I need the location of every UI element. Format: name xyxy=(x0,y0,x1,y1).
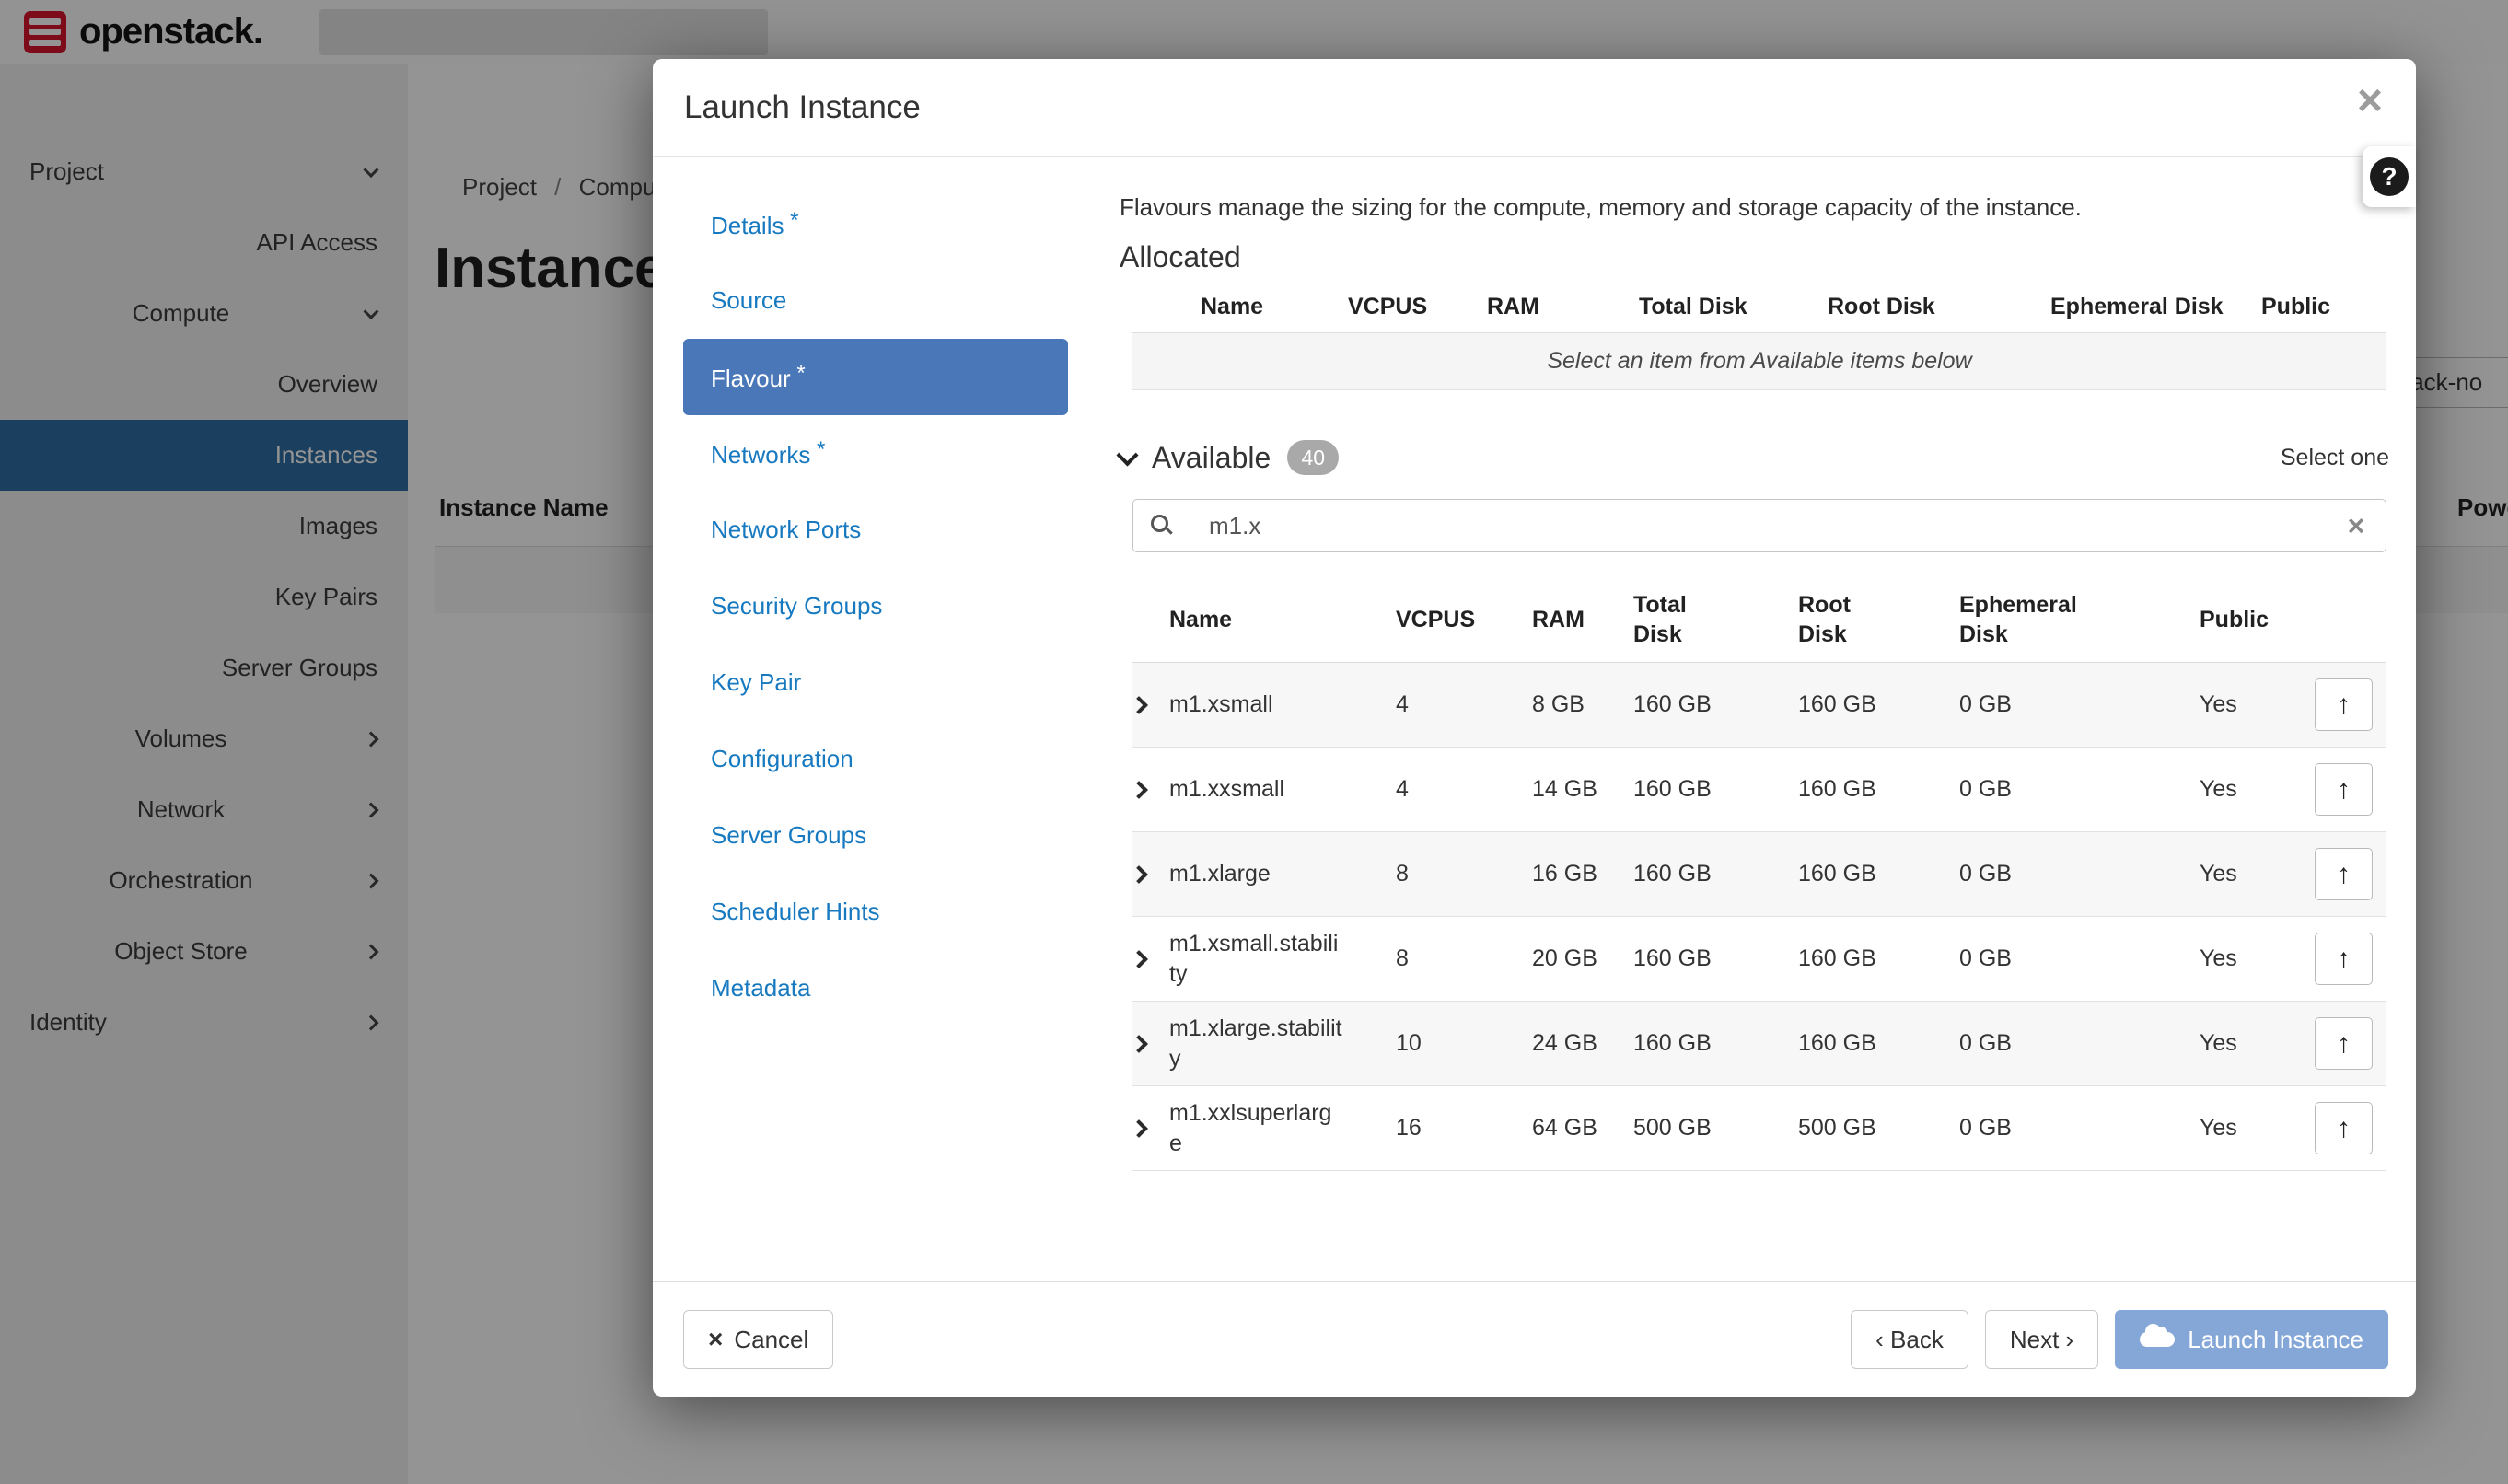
expand-row-icon[interactable] xyxy=(1132,699,1169,712)
cloud-upload-icon xyxy=(2140,1332,2175,1347)
select-one-hint: Select one xyxy=(2281,445,2389,471)
available-heading: Available xyxy=(1152,441,1271,475)
expand-row-icon[interactable] xyxy=(1132,1122,1169,1135)
column-header: Ephemeral Disk xyxy=(1959,591,2200,649)
question-mark-icon xyxy=(2370,157,2409,196)
expand-row-icon[interactable] xyxy=(1132,783,1169,796)
column-header: RAM xyxy=(1532,606,1633,634)
chevron-down-icon[interactable] xyxy=(1120,452,1135,463)
column-header: RAM xyxy=(1487,294,1639,320)
flavor-description: Flavours manage the sizing for the compu… xyxy=(1120,193,2389,222)
clear-search-icon[interactable] xyxy=(2327,509,2386,543)
available-table-header: Name VCPUS RAM Total Disk Root Disk Ephe… xyxy=(1132,584,2386,663)
tab-configuration[interactable]: Configuration xyxy=(683,721,1068,797)
column-header: Ephemeral Disk xyxy=(2050,294,2261,320)
flavor-row[interactable]: m1.xlarge.stability 10 24 GB 160 GB 160 … xyxy=(1132,1002,2386,1086)
allocated-empty-row: Select an item from Available items belo… xyxy=(1132,333,2386,390)
available-count-badge: 40 xyxy=(1287,440,1339,475)
column-header: Name xyxy=(1132,294,1348,320)
tab-source[interactable]: Source xyxy=(683,262,1068,339)
allocate-flavor-button[interactable] xyxy=(2315,933,2373,985)
expand-row-icon[interactable] xyxy=(1132,953,1169,966)
flavor-row[interactable]: m1.xxsmall 4 14 GB 160 GB 160 GB 0 GB Ye… xyxy=(1132,748,2386,832)
up-arrow-icon xyxy=(2337,690,2351,721)
modal-footer: Cancel ‹ Back Next › Launch Instance xyxy=(653,1281,2416,1397)
column-header: Public xyxy=(2261,294,2386,320)
tab-network-ports[interactable]: Network Ports xyxy=(683,492,1068,568)
tab-server-groups[interactable]: Server Groups xyxy=(683,797,1068,874)
wizard-nav: Details Source Flavour Networks Network … xyxy=(683,186,1068,1026)
column-header: Total Disk xyxy=(1639,294,1828,320)
column-header: Root Disk xyxy=(1828,294,2050,320)
allocated-table: Name VCPUS RAM Total Disk Root Disk Ephe… xyxy=(1132,282,2386,390)
available-rows: m1.xsmall 4 8 GB 160 GB 160 GB 0 GB Yes … xyxy=(1132,663,2386,1171)
launch-instance-modal: Launch Instance Details Source Flavour N… xyxy=(653,59,2416,1397)
modal-header: Launch Instance xyxy=(653,59,2416,157)
search-input[interactable] xyxy=(1190,512,2327,540)
allocate-flavor-button[interactable] xyxy=(2315,1017,2373,1070)
column-header: VCPUS xyxy=(1348,294,1487,320)
back-button[interactable]: ‹ Back xyxy=(1851,1310,1968,1369)
tab-scheduler-hints[interactable]: Scheduler Hints xyxy=(683,874,1068,950)
tab-metadata[interactable]: Metadata xyxy=(683,950,1068,1026)
allocate-flavor-button[interactable] xyxy=(2315,1102,2373,1154)
up-arrow-icon xyxy=(2337,1113,2351,1144)
available-section-header: Available 40 Select one xyxy=(1120,440,2389,475)
flavor-search-bar xyxy=(1132,499,2386,552)
flavor-row[interactable]: m1.xlarge 8 16 GB 160 GB 160 GB 0 GB Yes xyxy=(1132,832,2386,917)
search-icon xyxy=(1133,500,1190,551)
available-table: Name VCPUS RAM Total Disk Root Disk Ephe… xyxy=(1132,584,2386,1171)
allocate-flavor-button[interactable] xyxy=(2315,678,2373,731)
flavor-row[interactable]: m1.xxlsuperlarge 16 64 GB 500 GB 500 GB … xyxy=(1132,1086,2386,1171)
wizard-content: Flavours manage the sizing for the compu… xyxy=(1120,157,2389,1281)
column-header: VCPUS xyxy=(1396,606,1532,634)
column-header: Public xyxy=(2200,606,2315,634)
launch-instance-button[interactable]: Launch Instance xyxy=(2115,1310,2388,1369)
up-arrow-icon xyxy=(2337,944,2351,975)
expand-row-icon[interactable] xyxy=(1132,868,1169,881)
column-header: Root Disk xyxy=(1798,591,1959,649)
tab-details[interactable]: Details xyxy=(683,186,1068,262)
flavor-row[interactable]: m1.xsmall 4 8 GB 160 GB 160 GB 0 GB Yes xyxy=(1132,663,2386,748)
close-icon[interactable] xyxy=(2357,79,2383,123)
allocated-table-header: Name VCPUS RAM Total Disk Root Disk Ephe… xyxy=(1132,282,2386,333)
footer-actions: ‹ Back Next › Launch Instance xyxy=(1851,1310,2388,1369)
modal-body: Details Source Flavour Networks Network … xyxy=(653,157,2416,1281)
flavor-row[interactable]: m1.xsmall.stability 8 20 GB 160 GB 160 G… xyxy=(1132,917,2386,1002)
column-header: Name xyxy=(1169,606,1396,634)
up-arrow-icon xyxy=(2337,1028,2351,1060)
next-button[interactable]: Next › xyxy=(1985,1310,2098,1369)
allocate-flavor-button[interactable] xyxy=(2315,763,2373,816)
modal-title: Launch Instance xyxy=(684,89,921,126)
up-arrow-icon xyxy=(2337,774,2351,806)
tab-networks[interactable]: Networks xyxy=(683,415,1068,492)
up-arrow-icon xyxy=(2337,859,2351,890)
column-header: Total Disk xyxy=(1633,591,1798,649)
cancel-button[interactable]: Cancel xyxy=(683,1310,833,1369)
expand-row-icon[interactable] xyxy=(1132,1038,1169,1050)
help-button[interactable] xyxy=(2363,146,2416,207)
allocate-flavor-button[interactable] xyxy=(2315,848,2373,900)
tab-key-pair[interactable]: Key Pair xyxy=(683,644,1068,721)
tab-security-groups[interactable]: Security Groups xyxy=(683,568,1068,644)
tab-flavour[interactable]: Flavour xyxy=(683,339,1068,415)
x-icon xyxy=(708,1325,723,1354)
allocated-heading: Allocated xyxy=(1120,240,2389,274)
